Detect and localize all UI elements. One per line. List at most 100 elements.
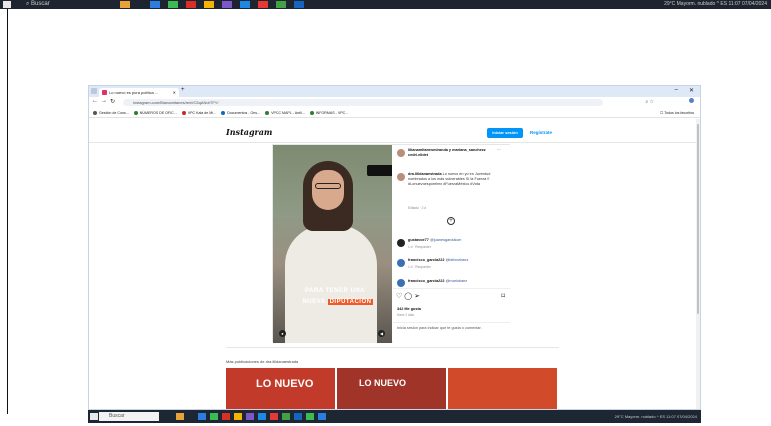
taskbar-app-icon[interactable] <box>270 413 278 420</box>
instagram-logo[interactable]: Instagram <box>226 127 272 137</box>
more-posts-title: Más publicaciones de dra.lilidanaestrada <box>226 359 299 364</box>
address-row: ← → ↻ instagram.com/lilianamitanes/reel/… <box>89 97 700 108</box>
comment-avatar[interactable] <box>397 279 405 287</box>
user-tags-icon[interactable]: ● <box>279 330 286 337</box>
taskbar-app-icon[interactable] <box>210 413 218 420</box>
taskbar-app-icon[interactable] <box>294 413 302 420</box>
comment-meta: 1 d · Responder <box>408 245 431 249</box>
taskbar-search[interactable]: ⌕ Buscar <box>26 0 106 9</box>
post-card: PARA TENER UNA NUEVA DIPUTACIÓN ● ◀ lili… <box>272 144 510 343</box>
address-bar[interactable]: instagram.com/lilianamitanes/reel/C5qANd… <box>123 99 603 106</box>
taskbar-app-icon[interactable] <box>222 1 232 8</box>
instagram-header: Instagram Iniciar sesión Regístrate <box>89 119 696 143</box>
redaction-box <box>367 165 392 176</box>
more-options-icon[interactable]: ··· <box>497 148 501 152</box>
tab-close-icon[interactable]: ✕ <box>173 88 176 97</box>
post-thumbnail[interactable]: LO NUEVO <box>337 368 446 409</box>
browser-tab[interactable]: Lo nuevo es pura política ... ✕ <box>99 88 179 97</box>
comment-meta: 1 d · Responder <box>408 265 431 269</box>
new-tab-button[interactable]: + <box>181 87 185 93</box>
back-icon[interactable]: ← <box>92 98 98 104</box>
minimize-icon[interactable]: – <box>675 87 678 93</box>
profile-avatar-icon[interactable] <box>689 98 694 103</box>
chrome-icon[interactable] <box>276 1 286 8</box>
taskbar-app-icon[interactable] <box>240 1 250 8</box>
chrome-icon[interactable] <box>282 413 290 420</box>
scrollbar[interactable] <box>696 119 700 409</box>
bookmark-item[interactable]: Gestión de Cons... <box>93 108 129 117</box>
comment-text: gustavoe77 @juanesgarcialum <box>408 238 462 242</box>
taskbar-app-icon[interactable] <box>150 1 160 8</box>
taskbar-app-icon[interactable] <box>258 413 266 420</box>
browser-window: Lo nuevo es pura política ... ✕ + – ✕ ← … <box>88 85 701 410</box>
taskbar-app-icon[interactable] <box>168 1 178 8</box>
video-caption-line2: NUEVA DIPUTACIÓN <box>302 299 374 305</box>
post-authors[interactable]: lilianamitanesmiranda y mariana_sanchezz… <box>408 148 488 158</box>
taskbar-app-icon[interactable] <box>186 1 196 8</box>
load-more-comments-icon[interactable]: + <box>447 217 455 225</box>
taskbar-search[interactable]: Buscar <box>99 412 159 421</box>
post-thumbnail[interactable]: LO NUEVO <box>226 368 335 409</box>
share-icon[interactable]: ➢ <box>414 293 422 300</box>
author-avatar[interactable] <box>397 149 405 157</box>
outer-taskbar: ⌕ Buscar 29°C Mayorm. nublado ^ ES 11:07… <box>0 0 771 9</box>
tab-title: Lo nuevo es pura política ... <box>109 90 159 95</box>
tab-menu-icon[interactable] <box>91 88 97 94</box>
caption-meta: Editado · 2 d <box>408 206 427 210</box>
taskbar-app-icon[interactable] <box>294 1 304 8</box>
browser-actions-icons[interactable]: ⌕ ☆ <box>645 99 654 105</box>
taskbar-app-icon[interactable] <box>234 413 242 420</box>
caption: dra.lilidanaestrada Lo nuevo en yo en Ju… <box>408 172 491 186</box>
likes-count[interactable]: 342 Me gusta <box>397 307 421 311</box>
comment-avatar[interactable] <box>397 239 405 247</box>
register-link[interactable]: Regístrate <box>530 128 552 138</box>
windows-start-icon[interactable] <box>90 413 98 420</box>
instagram-favicon-icon <box>102 90 107 95</box>
all-bookmarks-link[interactable]: ☐ Todos los favoritos <box>660 108 694 117</box>
section-divider <box>226 347 559 348</box>
post-side-panel: lilianamitanesmiranda y mariana_sanchezz… <box>393 145 510 343</box>
bookmarks-bar: Gestión de Cons... NÚMEROS DE OFIC... VP… <box>89 108 700 118</box>
save-icon[interactable]: ⌑ <box>501 292 505 300</box>
inner-taskbar: Buscar 29°C Mayorm. nublado ^ ES 11:07 0… <box>88 410 701 423</box>
taskbar-app-icon[interactable] <box>204 1 214 8</box>
screen-edge <box>7 9 8 414</box>
video-person-body <box>285 225 377 343</box>
taskbar-app-icon[interactable] <box>198 413 206 420</box>
scrollbar-thumb[interactable] <box>697 124 699 314</box>
reload-icon[interactable]: ↻ <box>110 98 115 105</box>
taskbar-app-icon[interactable] <box>246 413 254 420</box>
file-explorer-icon[interactable] <box>120 1 130 8</box>
post-actions[interactable]: ♡◯➢ <box>396 292 422 300</box>
bookmark-item[interactable]: INFORMAS - VPC... <box>309 108 348 117</box>
comment-text: francisco_garcia222 @mariobaez <box>408 279 468 283</box>
forward-icon[interactable]: → <box>101 98 107 104</box>
video-person-face <box>312 170 344 210</box>
comment-icon[interactable]: ◯ <box>404 293 414 300</box>
post-thumbnail[interactable] <box>448 368 557 409</box>
reel-video[interactable]: PARA TENER UNA NUEVA DIPUTACIÓN ● ◀ <box>273 145 392 343</box>
taskbar-app-icon[interactable] <box>318 413 326 420</box>
taskbar-app-icon[interactable] <box>306 413 314 420</box>
bookmark-item[interactable]: VPCC MAPL - Antil... <box>265 108 305 117</box>
tab-bar: Lo nuevo es pura política ... ✕ + – ✕ <box>89 86 700 97</box>
windows-start-icon[interactable] <box>3 1 11 8</box>
comment-avatar[interactable] <box>397 259 405 267</box>
taskbar-app-icon[interactable] <box>258 1 268 8</box>
taskbar-search-label: Buscar <box>31 1 50 7</box>
video-caption-line1: PARA TENER UNA <box>304 288 365 294</box>
bookmark-item[interactable]: Documentos - Ons... <box>221 108 260 117</box>
bookmark-item[interactable]: NÚMEROS DE OFIC... <box>133 108 177 117</box>
caption-avatar[interactable] <box>397 173 405 181</box>
panel-divider <box>393 322 510 323</box>
taskbar-app-icon[interactable] <box>222 413 230 420</box>
system-tray: 29°C Mayorm. nublado ^ ES 11:07 07/04/20… <box>664 1 767 7</box>
close-window-icon[interactable]: ✕ <box>689 87 694 94</box>
panel-divider <box>393 288 510 289</box>
page-viewport: Instagram Iniciar sesión Regístrate PARA… <box>89 119 700 409</box>
file-explorer-icon[interactable] <box>176 413 184 420</box>
mute-icon[interactable]: ◀ <box>378 330 385 337</box>
bookmark-item[interactable]: VPC Kala de Mi... <box>181 108 216 117</box>
login-button[interactable]: Iniciar sesión <box>487 128 523 138</box>
login-prompt[interactable]: Inicia sesión para indicar que te gusta … <box>397 326 505 331</box>
